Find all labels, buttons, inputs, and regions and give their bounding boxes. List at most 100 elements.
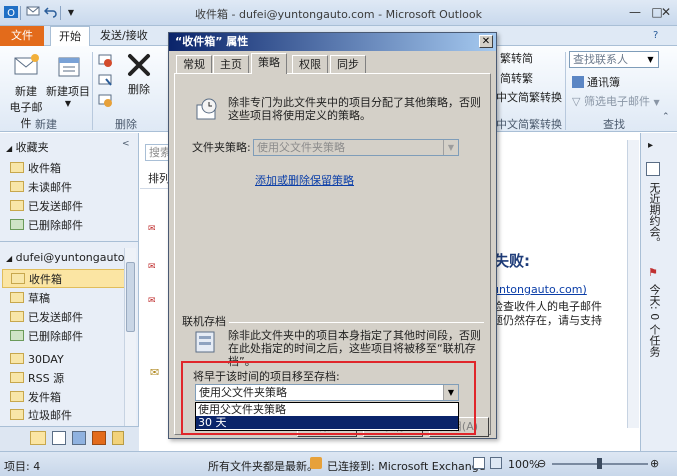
folder-drafts[interactable]: 草稿 <box>10 289 50 308</box>
new-items-label: 新建项目 <box>46 85 90 98</box>
dialog-close-button[interactable]: ✕ <box>479 35 493 48</box>
delete-label: 删除 <box>128 83 150 96</box>
collapse-icon[interactable]: ▸ <box>648 140 653 151</box>
folder-outbox[interactable]: 发件箱 <box>10 388 61 407</box>
chevron-down-icon: ▼ <box>443 140 458 155</box>
mail-item-icon[interactable]: ✉ <box>148 262 156 272</box>
collapse-icon: ◢ <box>6 144 13 153</box>
tab-sync[interactable]: 同步 <box>330 55 366 73</box>
favorite-item-deleted[interactable]: 已删除邮件 <box>10 216 83 235</box>
status-connection: 已连接到: Microsoft Exchange <box>327 460 486 473</box>
status-items-count: 项目: 4 <box>4 460 41 473</box>
new-email-icon <box>14 54 39 75</box>
policy-description: 除非专门为此文件夹中的项目分配了其他策略，否则 这些项目将使用定义的策略。 <box>228 96 486 122</box>
contacts-module-icon[interactable] <box>72 431 86 445</box>
tab-home[interactable]: 开始 <box>50 26 90 46</box>
group-new-label: 新建 <box>35 118 57 131</box>
minimize-button[interactable]: — <box>624 3 646 21</box>
group-find-label: 查找 <box>603 118 625 131</box>
junk-folder-icon <box>10 409 24 420</box>
folder-rss[interactable]: RSS 源 <box>10 369 64 388</box>
address-book-button[interactable]: 通讯簿 <box>572 74 620 90</box>
normal-view-icon[interactable] <box>473 457 485 469</box>
folder-policy-value: 使用父文件夹策略 <box>257 141 345 154</box>
ignore-icon[interactable] <box>97 52 113 71</box>
window-title: 收件箱 - dufei@yuntongauto.com - Microsoft … <box>195 8 482 21</box>
chevron-down-icon: ▼ <box>64 99 72 108</box>
chevron-down-icon: ▼ <box>653 98 660 107</box>
chevron-down-icon: ▼ <box>643 52 658 67</box>
folder-icon <box>10 200 24 211</box>
reading-view-icon[interactable] <box>490 457 502 469</box>
mail-module-icon[interactable] <box>30 431 46 445</box>
archive-policy-dropdown: 使用父文件夹策略 30 天 <box>195 402 459 431</box>
favorites-header[interactable]: ◢ 收藏夹 <box>0 137 139 159</box>
recycle-folder-icon <box>10 219 24 230</box>
collapse-pane-icon[interactable]: < <box>122 139 130 149</box>
outbox-folder-icon <box>10 391 24 402</box>
favorite-label: 已删除邮件 <box>28 219 83 232</box>
policy-description-line: 除非专门为此文件夹中的项目分配了其他策略，否则 <box>228 96 481 109</box>
help-icon[interactable]: ? <box>653 30 658 41</box>
new-items-button[interactable]: 新建项目 ▼ <box>46 52 90 108</box>
traditional-to-simplified-button[interactable]: 繁转简 <box>500 50 533 66</box>
option-use-parent-policy[interactable]: 使用父文件夹策略 <box>196 403 458 416</box>
folder-deleted[interactable]: 已删除邮件 <box>10 327 83 346</box>
folder-policy-label: 文件夹策略: <box>192 141 251 154</box>
filter-email-label: 筛选电子邮件 <box>583 95 650 108</box>
tasks-module-icon[interactable] <box>92 431 106 445</box>
arrange-by-label[interactable]: 排列 <box>148 170 170 186</box>
favorite-item-unread[interactable]: 未读邮件 <box>10 178 72 197</box>
folder-label: RSS 源 <box>28 372 65 385</box>
delete-button[interactable]: 删除 <box>124 52 154 97</box>
add-remove-retention-link[interactable]: 添加或删除保留策略 <box>255 172 354 188</box>
zoom-slider-handle[interactable] <box>597 458 602 469</box>
reading-heading: 失败: <box>494 252 530 270</box>
folder-sent[interactable]: 已发送邮件 <box>10 308 83 327</box>
filter-email-button[interactable]: ▽ 筛选电子邮件 ▼ <box>572 93 660 109</box>
scroll-thumb[interactable] <box>126 262 135 332</box>
favorite-label: 未读邮件 <box>28 181 72 194</box>
folder-junk[interactable]: 垃圾邮件 <box>10 406 72 425</box>
folder-icon <box>10 353 24 364</box>
tab-homepage[interactable]: 主页 <box>213 55 249 73</box>
new-email-label: 新建 <box>15 85 37 98</box>
policy-clock-icon <box>194 97 220 126</box>
zoom-in-icon[interactable]: ⊕ <box>650 457 659 470</box>
tab-permissions[interactable]: 权限 <box>292 55 328 73</box>
collapse-ribbon-icon[interactable]: ⌃ <box>662 112 670 122</box>
tab-file[interactable]: 文件 <box>0 26 44 46</box>
reading-scrollbar[interactable] <box>627 140 639 428</box>
folder-icon <box>10 292 24 303</box>
close-window-button[interactable]: ✕ <box>656 3 676 21</box>
reading-line: 题仍然存在，请与支持 <box>492 314 602 327</box>
mail-item-icon[interactable]: ✉ <box>150 366 159 379</box>
simplified-to-traditional-button[interactable]: 简转繁 <box>500 70 533 86</box>
account-header[interactable]: ◢ dufei@yuntongauto.com <box>0 247 124 269</box>
reading-link[interactable]: untongauto.com) <box>492 283 587 296</box>
mail-item-icon[interactable]: ✉ <box>148 224 156 234</box>
group-convert-label: 中文简繁转换 <box>496 118 562 131</box>
calendar-module-icon[interactable] <box>52 431 66 445</box>
tab-general[interactable]: 常规 <box>176 55 212 73</box>
delete-x-icon <box>128 54 150 76</box>
zoom-out-icon[interactable]: ⊖ <box>537 457 546 470</box>
notes-module-icon[interactable] <box>112 431 124 445</box>
todo-tasks-label: 今天: 0 个任务 <box>648 284 661 357</box>
tab-policy[interactable]: 策略 <box>251 53 287 74</box>
find-contact-input[interactable]: 查找联系人 ▼ <box>569 51 659 68</box>
folder-inbox[interactable]: 收件箱 <box>2 269 126 288</box>
nav-scrollbar[interactable] <box>124 248 136 426</box>
status-folders-updated: 所有文件夹都是最新。 <box>208 460 318 473</box>
folder-30day[interactable]: 30DAY <box>10 350 64 369</box>
junk-icon[interactable] <box>97 92 113 111</box>
favorite-item-inbox[interactable]: 收件箱 <box>10 159 61 178</box>
option-30-days[interactable]: 30 天 <box>196 416 458 429</box>
folder-policy-select: 使用父文件夹策略 ▼ <box>253 139 459 156</box>
tab-send-receive[interactable]: 发送/接收 <box>92 26 156 46</box>
cleanup-icon[interactable] <box>97 72 113 91</box>
mail-item-icon[interactable]: ✉ <box>148 296 156 306</box>
chinese-conversion-button[interactable]: 中文简繁转换 <box>496 89 562 105</box>
favorite-item-sent[interactable]: 已发送邮件 <box>10 197 83 216</box>
favorites-header-label: 收藏夹 <box>15 141 49 154</box>
